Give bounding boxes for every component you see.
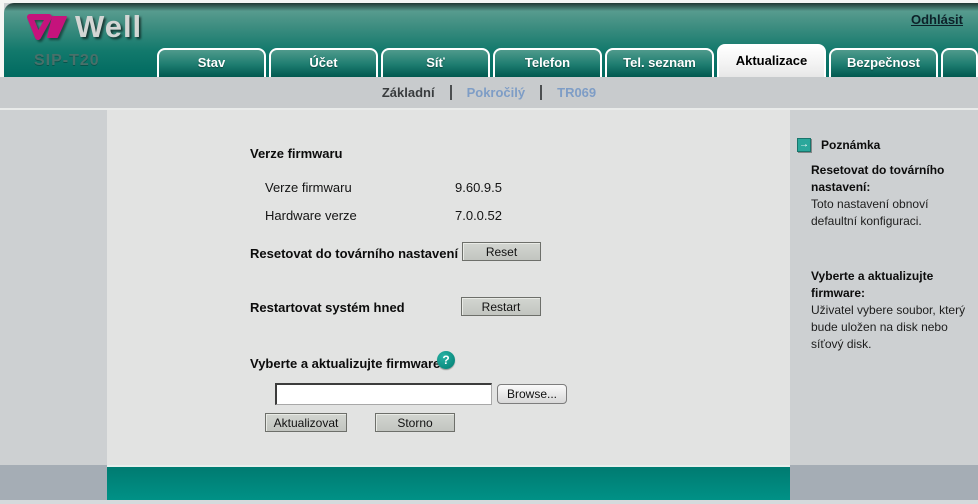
main-panel: Verze firmwaru Verze firmwaru 9.60.9.5 H…	[107, 110, 790, 467]
upgrade-label: Vyberte a aktualizujte firmware	[250, 356, 440, 371]
reset-label: Resetovat do továrního nastavení	[250, 246, 458, 261]
tab-telefon[interactable]: Telefon	[493, 48, 602, 77]
hardware-version-value: 7.0.0.52	[455, 208, 502, 223]
tab-bezpecnost[interactable]: Bezpečnost	[829, 48, 938, 77]
footer-left-spacer	[0, 465, 107, 500]
model-label: SIP-T20	[34, 52, 100, 70]
subnav-pokrocily[interactable]: Pokročilý	[467, 85, 526, 100]
reset-button[interactable]: Reset	[462, 242, 541, 261]
hardware-version-label: Hardware verze	[265, 208, 357, 223]
tab-fragment	[941, 48, 978, 77]
subnav: Základní Pokročilý TR069	[0, 77, 978, 110]
tab-stav[interactable]: Stav	[157, 48, 266, 77]
firmware-section-title: Verze firmwaru	[250, 146, 343, 161]
help-icon[interactable]: ?	[437, 351, 455, 369]
subnav-separator	[540, 85, 542, 100]
well-logo-icon	[26, 12, 70, 42]
note-heading: Vyberte a aktualizujte firmware:	[811, 268, 975, 302]
subnav-tr069[interactable]: TR069	[557, 85, 596, 100]
note-header: → Poznámka	[797, 138, 880, 152]
note-body: Uživatel vybere soubor, který bude ulože…	[811, 302, 975, 353]
note-heading: Resetovat do továrního nastavení:	[811, 162, 975, 196]
page: Well SIP-T20 Odhlásit Stav Účet Síť Tele…	[0, 0, 978, 504]
firmware-version-label: Verze firmwaru	[265, 180, 352, 195]
note-body: Toto nastavení obnoví defaultní konfigur…	[811, 196, 975, 230]
well-logo: Well	[26, 9, 142, 45]
subnav-separator	[450, 85, 452, 100]
note-item: Resetovat do továrního nastavení: Toto n…	[811, 162, 975, 230]
tab-sit[interactable]: Síť	[381, 48, 490, 77]
restart-button[interactable]: Restart	[461, 297, 541, 316]
footer-bar	[107, 465, 790, 500]
restart-label: Restartovat systém hned	[250, 300, 405, 315]
tab-aktualizace[interactable]: Aktualizace	[717, 44, 826, 77]
browse-button[interactable]: Browse...	[497, 384, 567, 404]
note-list: Resetovat do továrního nastavení: Toto n…	[811, 162, 975, 377]
tab-tel-seznam[interactable]: Tel. seznam	[605, 48, 714, 77]
firmware-file-input[interactable]	[275, 383, 492, 405]
note-item: Vyberte a aktualizujte firmware: Uživate…	[811, 268, 975, 353]
note-sidebar: → Poznámka Resetovat do továrního nastav…	[790, 110, 978, 467]
logout-link[interactable]: Odhlásit	[911, 12, 963, 27]
tab-bar: Stav Účet Síť Telefon Tel. seznam Aktual…	[157, 44, 978, 77]
upgrade-button[interactable]: Aktualizovat	[265, 413, 347, 432]
cancel-button[interactable]: Storno	[375, 413, 455, 432]
tab-ucet[interactable]: Účet	[269, 48, 378, 77]
left-sliver	[0, 0, 4, 77]
note-title: Poznámka	[821, 138, 880, 152]
logo-text: Well	[75, 9, 142, 45]
bottom-strip	[0, 500, 978, 504]
subnav-zakladni[interactable]: Základní	[382, 85, 435, 100]
firmware-version-value: 9.60.9.5	[455, 180, 502, 195]
note-arrow-icon: →	[797, 138, 811, 152]
header: Well SIP-T20 Odhlásit Stav Účet Síť Tele…	[4, 3, 978, 77]
footer-right-spacer	[790, 465, 978, 500]
